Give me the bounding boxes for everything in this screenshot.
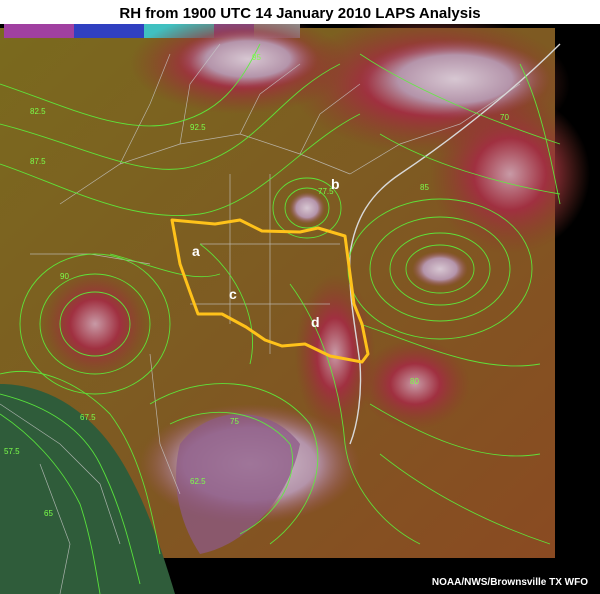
region-label-b: b — [331, 176, 340, 192]
rh-analysis-map: 82.5 95 87.5 92.5 77.5 90 85 75 67.5 57.… — [0, 24, 590, 594]
map-frame: 82.5 95 87.5 92.5 77.5 90 85 75 67.5 57.… — [0, 24, 600, 594]
contour-label: 62.5 — [190, 477, 206, 486]
saturated-pocket-northeast — [360, 39, 550, 119]
contour-label: 80 — [410, 377, 419, 386]
high-rh-area-coastal — [295, 274, 375, 434]
saturated-pocket-north — [178, 29, 318, 89]
contour-label: 65 — [44, 509, 53, 518]
high-rh-area-west — [40, 269, 150, 379]
contour-label: 57.5 — [4, 447, 20, 456]
saturated-pocket-east — [412, 251, 468, 287]
contour-label: 85 — [420, 183, 429, 192]
contour-label: 90 — [60, 272, 69, 281]
contour-label: 67.5 — [80, 413, 96, 422]
region-label-d: d — [311, 314, 320, 330]
contour-label: 75 — [230, 417, 239, 426]
contour-label: 70 — [500, 113, 509, 122]
title-bar: RH from 1900 UTC 14 January 2010 LAPS An… — [0, 0, 600, 24]
contour-label: 95 — [252, 53, 261, 62]
contour-label: 87.5 — [30, 157, 46, 166]
map-title: RH from 1900 UTC 14 January 2010 LAPS An… — [119, 5, 481, 22]
saturated-pocket-b — [289, 192, 325, 224]
contour-label: 82.5 — [30, 107, 46, 116]
contour-label: 92.5 — [190, 123, 206, 132]
region-label-c: c — [229, 286, 237, 302]
credit-label: NOAA/NWS/Brownsville TX WFO — [431, 577, 588, 588]
region-label-a: a — [192, 243, 200, 259]
